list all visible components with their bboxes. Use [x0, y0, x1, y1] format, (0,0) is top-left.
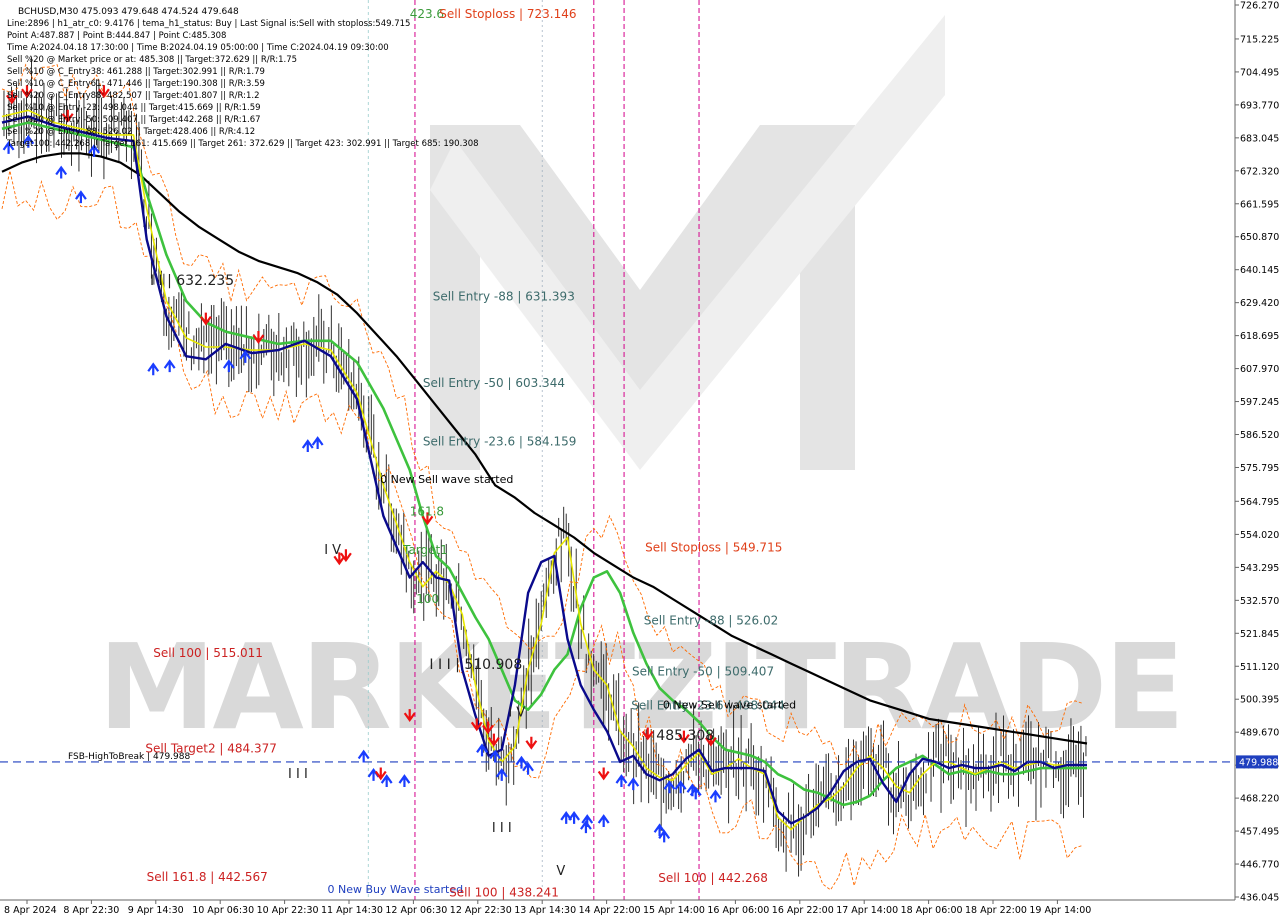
y-tick-label: 436.045 [1240, 893, 1279, 904]
x-tick-label: 17 Apr 14:00 [836, 905, 898, 916]
y-tick-label: 618.695 [1240, 331, 1279, 342]
price-label: I I I | 510.908 [429, 657, 522, 673]
price-label: Sell 161.8 | 442.567 [147, 870, 268, 884]
y-tick-label: 683.045 [1240, 133, 1279, 144]
y-tick-label: 597.245 [1240, 397, 1279, 408]
y-tick-label: 640.145 [1240, 265, 1279, 276]
y-tick-label: 521.845 [1240, 629, 1279, 640]
price-label: 100 [416, 592, 439, 606]
y-tick-label: 500.395 [1240, 695, 1279, 706]
price-tag-value: 479.988 [1239, 757, 1278, 768]
price-label: 161.8 [410, 504, 444, 518]
price-chart: MARKETZITRADE FSB-HighToBreak | 479.988 … [0, 0, 1280, 920]
y-tick-label: 704.495 [1240, 67, 1279, 78]
y-tick-label: 607.970 [1240, 364, 1279, 375]
header-info-line: Sell %10 @ C_Entry38: 461.288 || Target:… [7, 67, 265, 77]
x-tick-label: 12 Apr 22:30 [450, 905, 512, 916]
x-tick-label: 12 Apr 06:30 [385, 905, 447, 916]
price-label: 485.308 [656, 728, 714, 744]
x-tick-label: 18 Apr 22:00 [965, 905, 1027, 916]
header-info-line: Point A:487.887 | Point B:444.847 | Poin… [7, 31, 226, 41]
y-tick-label: 554.020 [1240, 530, 1279, 541]
y-tick-label: 532.570 [1240, 596, 1279, 607]
price-label: Sell 100 | 515.011 [153, 646, 263, 660]
y-tick-label: 457.495 [1240, 827, 1279, 838]
x-tick-label: 8 Apr 22:30 [63, 905, 119, 916]
price-label: I V [324, 543, 341, 558]
y-tick-label: 564.795 [1240, 497, 1279, 508]
price-label: Sell Entry -88 | 526.02 [644, 614, 778, 628]
header-info-line: Sell %20 @ Entry -50: 509.407 || Target:… [7, 115, 261, 125]
price-label: 0 New Buy Wave started [328, 883, 464, 896]
header-info-line: Time A:2024.04.18 17:30:00 | Time B:2024… [6, 43, 389, 53]
x-tick-label: 16 Apr 22:00 [772, 905, 834, 916]
symbol-line: BCHUSD,M30 475.093 479.648 474.524 479.6… [18, 7, 239, 17]
y-tick-label: 489.670 [1240, 728, 1279, 739]
price-label: Sell 100 | 438.241 [449, 886, 559, 900]
y-tick-label: 575.795 [1240, 463, 1279, 474]
price-tag: 479.988 [1236, 755, 1278, 769]
price-label: Target1 [402, 543, 448, 557]
y-tick-label: 629.420 [1240, 298, 1279, 309]
x-tick-label: 11 Apr 14:30 [321, 905, 383, 916]
x-tick-label: 15 Apr 14:00 [643, 905, 705, 916]
price-label: Sell Entry -50 | 603.344 [423, 376, 565, 390]
x-tick-label: 14 Apr 22:00 [579, 905, 641, 916]
price-label: Sell Stoploss | 549.715 [645, 541, 782, 555]
header-info-line: Target100: 442.268 || Target 161: 415.66… [6, 139, 479, 149]
y-tick-label: 693.770 [1240, 100, 1279, 111]
price-label: Sell Entry -88 | 631.393 [433, 290, 575, 304]
header-info-line: Sell %20 @ Entry -88: 526.02 || Target:4… [7, 127, 255, 137]
x-tick-label: 10 Apr 06:30 [192, 905, 254, 916]
price-label: I V [508, 706, 525, 721]
watermark-text: MARKETZITRADE [98, 618, 1182, 756]
price-label: V [556, 864, 565, 879]
header-info-line: Sell %10 @ C_Entry61: 471.446 || Target:… [7, 79, 265, 89]
header-info-line: Sell %10 @ Entry -23: 498.044 || Target:… [7, 103, 261, 113]
price-label: Sell 100 | 442.268 [658, 871, 768, 885]
x-tick-label: 8 Apr 2024 [4, 905, 57, 916]
price-label: Sell Target2 | 484.377 [145, 741, 277, 755]
y-tick-label: 468.220 [1240, 794, 1279, 805]
x-tick-label: 10 Apr 22:30 [257, 905, 319, 916]
y-tick-label: 586.520 [1240, 430, 1279, 441]
y-tick-label: 726.270 [1240, 1, 1279, 12]
x-tick-label: 9 Apr 14:30 [128, 905, 184, 916]
price-label: I I | 632.235 [150, 273, 234, 289]
price-label: I I I [492, 821, 512, 836]
price-label: 0 New Sell wave started [663, 699, 796, 712]
y-tick-label: 543.295 [1240, 563, 1279, 574]
price-label: 0 New Sell wave started [380, 473, 513, 486]
price-label: Sell Entry -50 | 509.407 [632, 665, 774, 679]
y-tick-label: 715.225 [1240, 34, 1279, 45]
y-tick-label: 511.120 [1240, 662, 1279, 673]
x-tick-label: 19 Apr 14:00 [1029, 905, 1091, 916]
y-tick-label: 672.320 [1240, 166, 1279, 177]
x-tick-label: 13 Apr 14:30 [514, 905, 576, 916]
y-tick-label: 650.870 [1240, 232, 1279, 243]
price-label: I I I [288, 767, 308, 782]
price-label: Sell Entry -23.6 | 584.159 [423, 435, 577, 449]
y-tick-label: 661.595 [1240, 199, 1279, 210]
header-info-line: Sell %20 @ Market price or at: 485.308 |… [7, 55, 297, 65]
x-tick-label: 18 Apr 06:00 [901, 905, 963, 916]
x-tick-label: 16 Apr 06:00 [707, 905, 769, 916]
header-info-line: Sell %20 @ C_Entry88: 482.507 || Target:… [7, 91, 260, 101]
y-tick-label: 446.770 [1240, 860, 1279, 871]
header-info-line: Line:2896 | h1_atr_c0: 9.4176 | tema_h1_… [7, 19, 410, 29]
price-label: Sell Stoploss | 723.146 [439, 7, 576, 21]
